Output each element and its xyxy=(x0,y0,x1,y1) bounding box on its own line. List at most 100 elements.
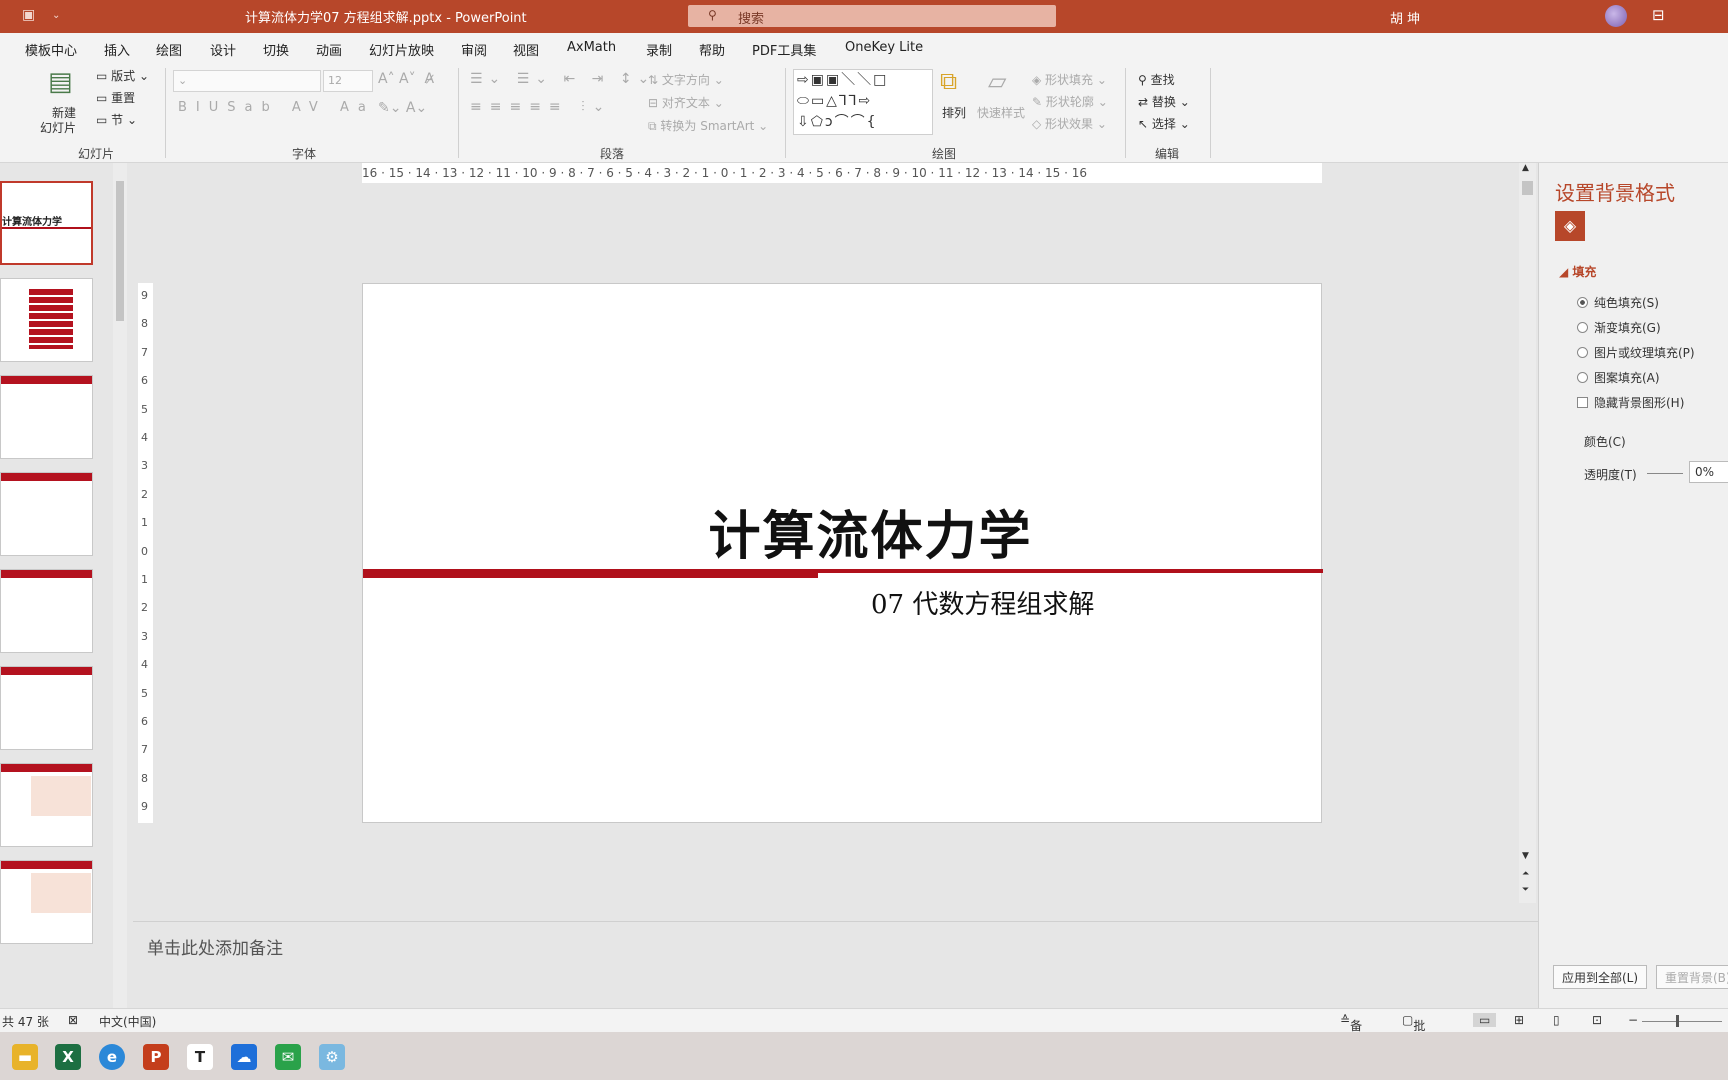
shape-effect-button[interactable]: ◇ 形状效果 ⌄ xyxy=(1032,115,1107,132)
tab-draw[interactable]: 绘图 xyxy=(156,40,182,59)
save-icon[interactable]: ▣ xyxy=(22,7,35,23)
normal-view-icon[interactable]: ▭ xyxy=(1473,1013,1497,1027)
tab-review[interactable]: 审阅 xyxy=(461,40,487,59)
apply-to-all-button[interactable]: 应用到全部(L) xyxy=(1553,965,1648,989)
fill-section-header[interactable]: ◢ 填充 xyxy=(1559,263,1596,280)
comments-toggle[interactable]: ▢ 批注 xyxy=(1402,1013,1425,1050)
quick-style-label[interactable]: 快速样式 xyxy=(977,104,1025,121)
slide-subtitle[interactable]: 07 代数方程组求解 xyxy=(871,584,1094,621)
user-name[interactable]: 胡 坤 xyxy=(1390,8,1420,27)
tab-insert[interactable]: 插入 xyxy=(104,40,130,59)
slide-thumbnail-8[interactable] xyxy=(0,860,93,944)
slide-thumbnail-6[interactable] xyxy=(0,666,93,750)
reset-button[interactable]: ▭ 重置 xyxy=(96,89,135,106)
shapes-gallery[interactable]: ⇨▣▣＼＼□ ⬭▭△⅂⅂⇨ ⇩⬠ↄ⌒⌒{ xyxy=(793,69,933,135)
align-icons[interactable]: ≡≡≡≡≡ ⫶⌄ xyxy=(470,99,612,115)
list-icons[interactable]: ☰⌄ ☰⌄ ⇤ ⇥ ↕⌄ xyxy=(470,71,655,87)
slide-title[interactable]: 计算流体力学 xyxy=(363,494,1323,569)
slide-thumbnail-7[interactable] xyxy=(0,763,93,847)
wechat-icon[interactable]: ✉ xyxy=(275,1044,301,1070)
slideshow-view-icon[interactable]: ⊡ xyxy=(1592,1013,1602,1027)
slide-thumbnail-1[interactable]: 计算流体力学 xyxy=(0,181,93,265)
pattern-fill-option[interactable]: 图案填充(A) xyxy=(1577,369,1660,386)
select-button[interactable]: ↖ 选择 ⌄ xyxy=(1138,115,1190,132)
avatar[interactable] xyxy=(1605,5,1627,27)
shape-outline-button[interactable]: ✎ 形状轮廓 ⌄ xyxy=(1032,93,1108,110)
align-text-button[interactable]: ⊟ 对齐文本 ⌄ xyxy=(648,94,724,111)
smartart-button[interactable]: ⧉ 转换为 SmartArt ⌄ xyxy=(648,117,768,134)
scroll-thumb[interactable] xyxy=(116,181,124,321)
tab-axmath[interactable]: AxMath xyxy=(567,40,616,55)
slide-canvas[interactable]: 计算流体力学 07 代数方程组求解 xyxy=(362,283,1323,823)
slide-thumbnail-5[interactable] xyxy=(0,569,93,653)
zoom-slider-thumb[interactable] xyxy=(1676,1015,1679,1027)
fill-icon[interactable]: ◈ xyxy=(1555,211,1585,241)
scroll-up-icon[interactable]: ▲ xyxy=(1522,163,1529,173)
tab-template[interactable]: 模板中心 xyxy=(25,40,77,59)
prev-slide-icon[interactable]: ⏶ xyxy=(1522,869,1529,879)
font-name-box[interactable]: ⌄ xyxy=(173,70,321,92)
font-color-icons[interactable]: ✎⌄ A⌄ xyxy=(378,100,427,116)
zoom-slider[interactable] xyxy=(1642,1021,1722,1022)
ruler-label: 3 xyxy=(141,459,148,473)
next-slide-icon[interactable]: ⏷ xyxy=(1522,885,1529,895)
hide-background-checkbox[interactable]: 隐藏背景图形(H) xyxy=(1577,394,1684,411)
app-icon[interactable]: ⚙ xyxy=(319,1044,345,1070)
picture-fill-option[interactable]: 图片或纹理填充(P) xyxy=(1577,344,1695,361)
arrange-label[interactable]: 排列 xyxy=(942,104,966,121)
slide-scrollbar[interactable]: ▲ ▼ ⏶ ⏷ xyxy=(1519,163,1536,903)
quick-style-icon[interactable]: ▱ xyxy=(988,67,1006,95)
tab-design[interactable]: 设计 xyxy=(210,40,236,59)
reading-view-icon[interactable]: ▯ xyxy=(1553,1013,1560,1027)
font-format-icons[interactable]: BIUSab AV Aa xyxy=(178,100,375,115)
find-button[interactable]: ⚲ 查找 xyxy=(1138,71,1175,88)
excel-icon[interactable]: X xyxy=(55,1044,81,1070)
scroll-thumb[interactable] xyxy=(1522,181,1533,195)
new-slide-label-2[interactable]: 幻灯片 xyxy=(40,119,76,136)
notes-placeholder[interactable]: 单击此处添加备注 xyxy=(147,934,283,959)
radio-icon xyxy=(1577,372,1588,383)
language-status[interactable]: 中文(中国) xyxy=(99,1013,156,1030)
photos-icon[interactable]: ☁ xyxy=(231,1044,257,1070)
arrange-icon[interactable]: ⧉ xyxy=(940,67,957,95)
shape-fill-button[interactable]: ◈ 形状填充 ⌄ xyxy=(1032,71,1107,88)
horizontal-ruler: 16 · 15 · 14 · 13 · 12 · 11 · 10 · 9 · 8… xyxy=(362,163,1322,183)
section-button[interactable]: ▭ 节 ⌄ xyxy=(96,111,137,128)
tab-view[interactable]: 视图 xyxy=(513,40,539,59)
typora-icon[interactable]: T xyxy=(187,1044,213,1070)
tab-help[interactable]: 帮助 xyxy=(699,40,725,59)
slide-thumbnail-4[interactable] xyxy=(0,472,93,556)
font-size-box[interactable]: 12 xyxy=(323,70,373,92)
file-explorer-icon[interactable]: ▬ xyxy=(12,1044,38,1070)
new-slide-icon[interactable]: ▤ xyxy=(48,67,73,97)
slide-thumbnail-2[interactable] xyxy=(0,278,93,362)
gradient-fill-option[interactable]: 渐变填充(G) xyxy=(1577,319,1661,336)
tab-animations[interactable]: 动画 xyxy=(316,40,342,59)
scroll-down-icon[interactable]: ▼ xyxy=(1522,851,1529,861)
slide-sorter-icon[interactable]: ⊞ xyxy=(1514,1013,1524,1027)
layout-button[interactable]: ▭ 版式 ⌄ xyxy=(96,67,149,84)
tab-record[interactable]: 录制 xyxy=(646,40,672,59)
edge-icon[interactable]: e xyxy=(99,1044,125,1070)
tab-onekey[interactable]: OneKey Lite xyxy=(845,40,923,55)
ribbon-display-icon[interactable]: ⊟ xyxy=(1652,6,1665,24)
notes-pane[interactable]: 单击此处添加备注 xyxy=(133,921,1538,1008)
tab-transitions[interactable]: 切换 xyxy=(263,40,289,59)
transparency-input[interactable]: 0% xyxy=(1689,461,1728,483)
transparency-slider[interactable] xyxy=(1647,473,1683,474)
replace-button[interactable]: ⇄ 替换 ⌄ xyxy=(1138,93,1190,110)
tab-slideshow[interactable]: 幻灯片放映 xyxy=(369,40,434,59)
thumbnail-scrollbar[interactable] xyxy=(113,163,127,1008)
solid-fill-option[interactable]: 纯色填充(S) xyxy=(1577,294,1659,311)
tab-pdf-tools[interactable]: PDF工具集 xyxy=(752,40,816,59)
text-direction-button[interactable]: ⇅ 文字方向 ⌄ xyxy=(648,71,724,88)
accessibility-icon[interactable]: ⊠ xyxy=(68,1013,78,1027)
customize-qat-icon[interactable]: ⌄ xyxy=(52,10,60,21)
slide-thumbnail-3[interactable] xyxy=(0,375,93,459)
zoom-out-icon[interactable]: − xyxy=(1628,1013,1638,1027)
powerpoint-icon[interactable]: P xyxy=(143,1044,169,1070)
notes-toggle[interactable]: ≙ 备注 xyxy=(1340,1013,1362,1050)
font-grow-shrink-icons[interactable]: A˄ A˅ A̷ xyxy=(378,71,434,87)
reset-background-button[interactable]: 重置背景(B) xyxy=(1656,965,1728,989)
search-box[interactable]: ⚲ 搜索 xyxy=(688,5,1056,27)
